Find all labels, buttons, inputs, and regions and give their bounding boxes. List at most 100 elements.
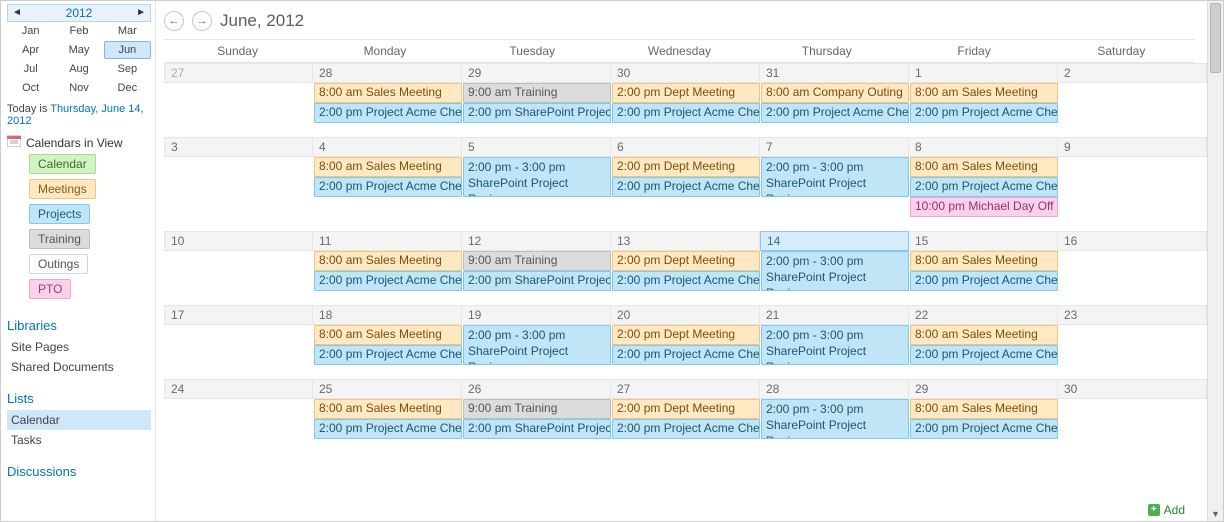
calendar-event[interactable]: 2:00 pm Project Acme Check-in (612, 103, 760, 123)
mini-month-aug[interactable]: Aug (55, 60, 102, 78)
calendar-event[interactable]: 2:00 pm Project Acme Check-in (612, 345, 760, 365)
nav-item-site-pages[interactable]: Site Pages (7, 337, 151, 357)
mini-month-jan[interactable]: Jan (7, 22, 54, 40)
prev-year-icon[interactable]: ◄ (12, 7, 22, 18)
mini-month-dec[interactable]: Dec (104, 79, 151, 97)
date-cell[interactable]: 4 (313, 137, 462, 157)
page-scrollbar[interactable]: ▼ (1207, 1, 1223, 521)
calendar-event[interactable]: 9:00 am Training (463, 251, 611, 271)
date-cell[interactable]: 22 (909, 305, 1058, 325)
date-cell[interactable]: 12 (462, 231, 611, 251)
calendar-event[interactable]: 2:00 pm Dept Meeting (612, 325, 760, 345)
calendar-event[interactable]: 8:00 am Company Outing (761, 83, 909, 103)
date-cell[interactable]: 21 (760, 305, 909, 325)
calendar-tag-pto[interactable]: PTO (29, 279, 71, 299)
mini-month-nov[interactable]: Nov (55, 79, 102, 97)
calendar-event[interactable]: 2:00 pm Dept Meeting (612, 157, 760, 177)
calendar-event[interactable]: 8:00 am Sales Meeting (314, 325, 462, 345)
calendar-event[interactable]: 2:00 pm SharePoint Project Review (463, 103, 611, 123)
date-cell[interactable]: 28 (313, 63, 462, 83)
date-cell[interactable]: 17 (164, 305, 313, 325)
date-cell[interactable]: 18 (313, 305, 462, 325)
calendar-event[interactable]: 2:00 pm Project Acme Check-in (612, 271, 760, 291)
date-cell[interactable]: 13 (611, 231, 760, 251)
date-cell[interactable]: 2 (1058, 63, 1207, 83)
calendar-event[interactable]: 2:00 pm Project Acme Check-in (314, 177, 462, 197)
mini-month-apr[interactable]: Apr (7, 41, 54, 59)
scroll-down-icon[interactable]: ▼ (1211, 509, 1220, 519)
calendar-event[interactable]: 8:00 am Sales Meeting (314, 251, 462, 271)
date-cell[interactable]: 29 (462, 63, 611, 83)
calendar-event[interactable]: 2:00 pm Project Acme Check-in (910, 345, 1058, 365)
date-cell[interactable]: 20 (611, 305, 760, 325)
date-cell[interactable]: 5 (462, 137, 611, 157)
date-cell[interactable]: 24 (164, 379, 313, 399)
calendar-event[interactable]: 2:00 pm Project Acme Check-in (910, 177, 1058, 197)
date-cell[interactable]: 30 (1058, 379, 1207, 399)
date-cell[interactable]: 3 (164, 137, 313, 157)
next-month-button[interactable]: → (192, 11, 212, 31)
calendar-event[interactable]: 2:00 pm Project Acme Check-in (612, 419, 760, 439)
calendar-event[interactable]: 10:00 pm Michael Day Off (910, 197, 1058, 217)
date-cell[interactable]: 10 (164, 231, 313, 251)
date-cell[interactable]: 30 (611, 63, 760, 83)
mini-month-may[interactable]: May (55, 41, 102, 59)
date-cell[interactable]: 19 (462, 305, 611, 325)
calendar-event[interactable]: 8:00 am Sales Meeting (314, 83, 462, 103)
date-cell[interactable]: 26 (462, 379, 611, 399)
calendar-tag-calendar[interactable]: Calendar (29, 154, 96, 174)
mini-month-jun[interactable]: Jun (104, 41, 151, 59)
mini-month-oct[interactable]: Oct (7, 79, 54, 97)
nav-libraries-head[interactable]: Libraries (7, 318, 151, 333)
add-event-link[interactable]: + Add (156, 500, 1207, 521)
calendar-event[interactable]: 2:00 pm Project Acme Check-in (910, 271, 1058, 291)
date-cell[interactable]: 14 (760, 231, 909, 251)
nav-item-tasks[interactable]: Tasks (7, 430, 151, 450)
calendar-event[interactable]: 8:00 am Sales Meeting (314, 157, 462, 177)
calendar-event[interactable]: 8:00 am Sales Meeting (910, 83, 1058, 103)
calendar-event[interactable]: 2:00 pm Dept Meeting (612, 251, 760, 271)
calendar-event[interactable]: 2:00 pm - 3:00 pm SharePoint Project Rev… (761, 157, 909, 197)
scrollbar-thumb[interactable] (1210, 3, 1221, 73)
calendar-event[interactable]: 8:00 am Sales Meeting (910, 251, 1058, 271)
calendar-event[interactable]: 2:00 pm SharePoint Project Review (463, 271, 611, 291)
calendar-tag-meetings[interactable]: Meetings (29, 179, 96, 199)
mini-month-mar[interactable]: Mar (104, 22, 151, 40)
calendar-tag-outings[interactable]: Outings (29, 254, 88, 274)
mini-calendar-year[interactable]: 2012 (66, 6, 93, 20)
calendar-event[interactable]: 8:00 am Sales Meeting (314, 399, 462, 419)
calendar-event[interactable]: 2:00 pm - 3:00 pm SharePoint Project Rev… (761, 251, 909, 291)
date-cell[interactable]: 11 (313, 231, 462, 251)
date-cell[interactable]: 15 (909, 231, 1058, 251)
calendar-event[interactable]: 2:00 pm Project Acme Check-in (314, 271, 462, 291)
prev-month-button[interactable]: ← (164, 11, 184, 31)
calendar-tag-training[interactable]: Training (29, 229, 90, 249)
nav-lists-head[interactable]: Lists (7, 391, 151, 406)
date-cell[interactable]: 7 (760, 137, 909, 157)
calendar-event[interactable]: 8:00 am Sales Meeting (910, 325, 1058, 345)
mini-month-feb[interactable]: Feb (55, 22, 102, 40)
calendar-event[interactable]: 2:00 pm - 3:00 pm SharePoint Project Rev… (463, 325, 611, 365)
date-cell[interactable]: 1 (909, 63, 1058, 83)
date-cell[interactable]: 25 (313, 379, 462, 399)
calendar-event[interactable]: 2:00 pm Project Acme Check-in (314, 345, 462, 365)
nav-item-calendar[interactable]: Calendar (7, 410, 151, 430)
date-cell[interactable]: 16 (1058, 231, 1207, 251)
calendar-tag-projects[interactable]: Projects (29, 204, 90, 224)
calendar-event[interactable]: 2:00 pm - 3:00 pm SharePoint Project Rev… (761, 325, 909, 365)
mini-month-jul[interactable]: Jul (7, 60, 54, 78)
nav-item-shared-documents[interactable]: Shared Documents (7, 357, 151, 377)
date-cell[interactable]: 31 (760, 63, 909, 83)
calendar-event[interactable]: 2:00 pm Project Acme Check-in (612, 177, 760, 197)
calendar-event[interactable]: 2:00 pm Project Acme Check-in (761, 103, 909, 123)
calendar-event[interactable]: 2:00 pm Project Acme Check-in (910, 419, 1058, 439)
calendar-event[interactable]: 2:00 pm Dept Meeting (612, 399, 760, 419)
date-cell[interactable]: 27 (611, 379, 760, 399)
nav-discussions-head[interactable]: Discussions (7, 464, 151, 479)
mini-month-sep[interactable]: Sep (104, 60, 151, 78)
calendar-event[interactable]: 2:00 pm SharePoint Project Review (463, 419, 611, 439)
date-cell[interactable]: 28 (760, 379, 909, 399)
calendar-event[interactable]: 2:00 pm Project Acme Check-in (314, 103, 462, 123)
calendar-event[interactable]: 9:00 am Training (463, 399, 611, 419)
calendar-event[interactable]: 2:00 pm Project Acme Check-in (314, 419, 462, 439)
